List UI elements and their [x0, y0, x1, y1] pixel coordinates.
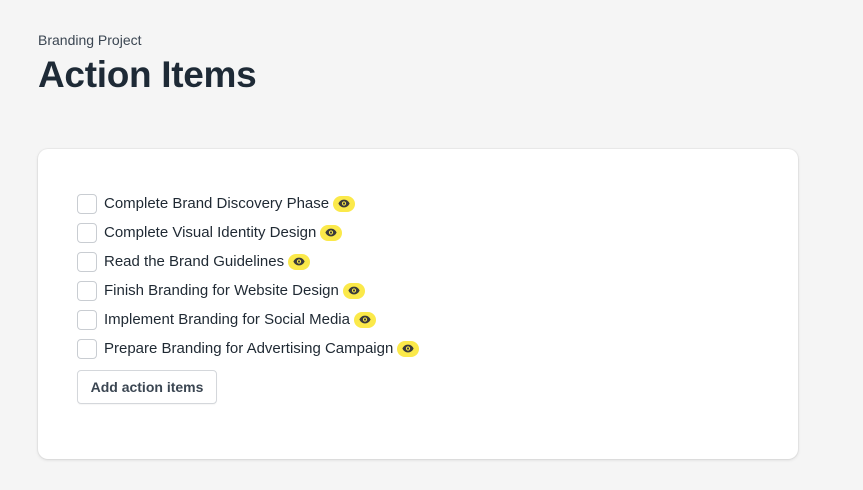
item-label[interactable]: Finish Branding for Website Design: [104, 281, 339, 301]
list-item: Complete Brand Discovery Phase: [77, 189, 419, 218]
action-items-list: Complete Brand Discovery Phase Complete …: [77, 189, 420, 363]
page-title: Action Items: [38, 54, 257, 95]
breadcrumb[interactable]: Branding Project: [38, 31, 142, 49]
checkbox[interactable]: [77, 338, 97, 359]
list-item: Complete Visual Identity Design: [77, 218, 419, 247]
list-item: Finish Branding for Website Design: [77, 276, 419, 305]
list-item: Prepare Branding for Advertising Campaig…: [77, 334, 420, 363]
list-item: Read the Brand Guidelines: [77, 247, 419, 276]
item-label[interactable]: Read the Brand Guidelines: [104, 252, 284, 272]
item-label[interactable]: Complete Brand Discovery Phase: [104, 194, 329, 214]
add-action-items-button[interactable]: Add action items: [77, 370, 217, 404]
eye-icon[interactable]: [397, 340, 420, 357]
eye-icon[interactable]: [333, 195, 356, 212]
item-label[interactable]: Implement Branding for Social Media: [104, 310, 350, 330]
checkbox[interactable]: [77, 222, 97, 243]
eye-icon[interactable]: [353, 311, 376, 328]
item-label[interactable]: Complete Visual Identity Design: [104, 223, 316, 243]
eye-icon[interactable]: [288, 253, 311, 270]
checkbox[interactable]: [77, 193, 97, 214]
list-item: Implement Branding for Social Media: [77, 305, 419, 334]
item-label[interactable]: Prepare Branding for Advertising Campaig…: [104, 339, 393, 359]
action-items-card: Complete Brand Discovery Phase Complete …: [38, 149, 798, 459]
checkbox[interactable]: [77, 309, 97, 330]
checkbox[interactable]: [77, 251, 97, 272]
eye-icon[interactable]: [320, 224, 343, 241]
eye-icon[interactable]: [342, 282, 365, 299]
checkbox[interactable]: [77, 280, 97, 301]
